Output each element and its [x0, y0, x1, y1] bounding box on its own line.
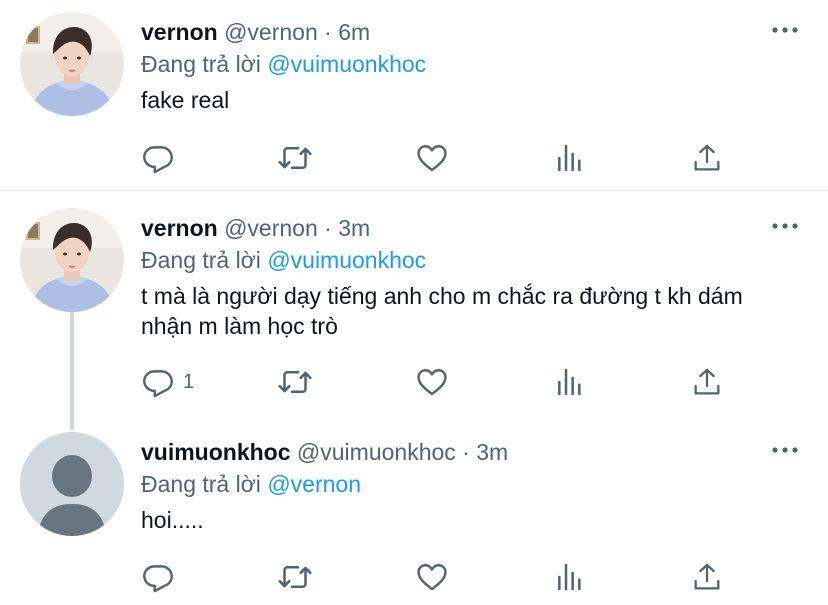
- reply-context: Đang trả lời @vernon: [141, 469, 808, 499]
- share-icon: [691, 142, 723, 174]
- tweet-text: hoi.....: [141, 507, 204, 533]
- display-name[interactable]: vuimuonkhoc: [141, 439, 291, 465]
- separator: ·: [462, 439, 470, 465]
- reply-button[interactable]: 1: [141, 362, 194, 402]
- reply-prefix: Đang trả lời: [141, 51, 268, 77]
- retweet-icon: [277, 559, 313, 595]
- reply-context: Đang trả lời @vuimuonkhoc: [141, 49, 808, 79]
- tweet[interactable]: vuimuonkhoc @vuimuonkhoc · 3m Đang trả l…: [0, 415, 828, 605]
- separator: ·: [324, 215, 332, 241]
- share-button[interactable]: [691, 362, 723, 402]
- tweet-text: t mà là người dạy tiếng anh cho m chắc r…: [141, 283, 743, 339]
- retweet-icon: [277, 140, 313, 176]
- share-button[interactable]: [691, 557, 723, 597]
- retweet-icon: [277, 364, 313, 400]
- more-icon[interactable]: [770, 440, 800, 460]
- analytics-icon: [554, 366, 586, 398]
- user-handle[interactable]: @vuimuonkhoc: [297, 439, 456, 465]
- retweet-button[interactable]: [277, 362, 313, 402]
- display-name[interactable]: vernon: [141, 19, 218, 45]
- tweet-actions: [141, 138, 741, 178]
- tweet[interactable]: vernon @vernon · 6m Đang trả lời @vuimuo…: [0, 0, 828, 190]
- reply-icon: [141, 560, 175, 594]
- like-button[interactable]: [415, 557, 449, 597]
- more-icon[interactable]: [770, 20, 800, 40]
- reply-mention[interactable]: @vuimuonkhoc: [267, 247, 426, 273]
- timestamp[interactable]: 6m: [338, 19, 370, 45]
- retweet-button[interactable]: [277, 557, 313, 597]
- share-icon: [691, 561, 723, 593]
- separator: ·: [324, 19, 332, 45]
- user-handle[interactable]: @vernon: [224, 215, 318, 241]
- like-button[interactable]: [415, 138, 449, 178]
- like-icon: [415, 141, 449, 175]
- reply-count: 1: [183, 370, 195, 393]
- avatar[interactable]: [20, 432, 124, 536]
- like-icon: [415, 560, 449, 594]
- reply-icon: [141, 141, 175, 175]
- tweet-header: vernon @vernon · 6m: [141, 17, 808, 47]
- share-icon: [691, 366, 723, 398]
- timestamp[interactable]: 3m: [338, 215, 370, 241]
- thread-line: [70, 312, 74, 430]
- tweet-actions: [141, 557, 741, 597]
- reply-mention[interactable]: @vernon: [267, 471, 361, 497]
- like-button[interactable]: [415, 362, 449, 402]
- reply-button[interactable]: [141, 557, 183, 597]
- tweet-header: vernon @vernon · 3m: [141, 213, 808, 243]
- avatar[interactable]: [20, 12, 124, 116]
- analytics-button[interactable]: [554, 557, 586, 597]
- more-icon[interactable]: [770, 216, 800, 236]
- reply-button[interactable]: [141, 138, 183, 178]
- tweet-text: fake real: [141, 87, 230, 113]
- tweet[interactable]: vernon @vernon · 3m Đang trả lời @vuimuo…: [0, 191, 828, 415]
- analytics-button[interactable]: [554, 362, 586, 402]
- analytics-button[interactable]: [554, 138, 586, 178]
- timestamp[interactable]: 3m: [476, 439, 508, 465]
- reply-prefix: Đang trả lời: [141, 471, 268, 497]
- retweet-button[interactable]: [277, 138, 313, 178]
- reply-icon: [141, 365, 175, 399]
- like-icon: [415, 365, 449, 399]
- tweet-actions: 1: [141, 362, 741, 402]
- display-name[interactable]: vernon: [141, 215, 218, 241]
- reply-mention[interactable]: @vuimuonkhoc: [267, 51, 426, 77]
- tweet-header: vuimuonkhoc @vuimuonkhoc · 3m: [141, 437, 808, 467]
- reply-context: Đang trả lời @vuimuonkhoc: [141, 245, 808, 275]
- avatar[interactable]: [20, 208, 124, 312]
- user-handle[interactable]: @vernon: [224, 19, 318, 45]
- analytics-icon: [554, 142, 586, 174]
- analytics-icon: [554, 561, 586, 593]
- share-button[interactable]: [691, 138, 723, 178]
- reply-prefix: Đang trả lời: [141, 247, 268, 273]
